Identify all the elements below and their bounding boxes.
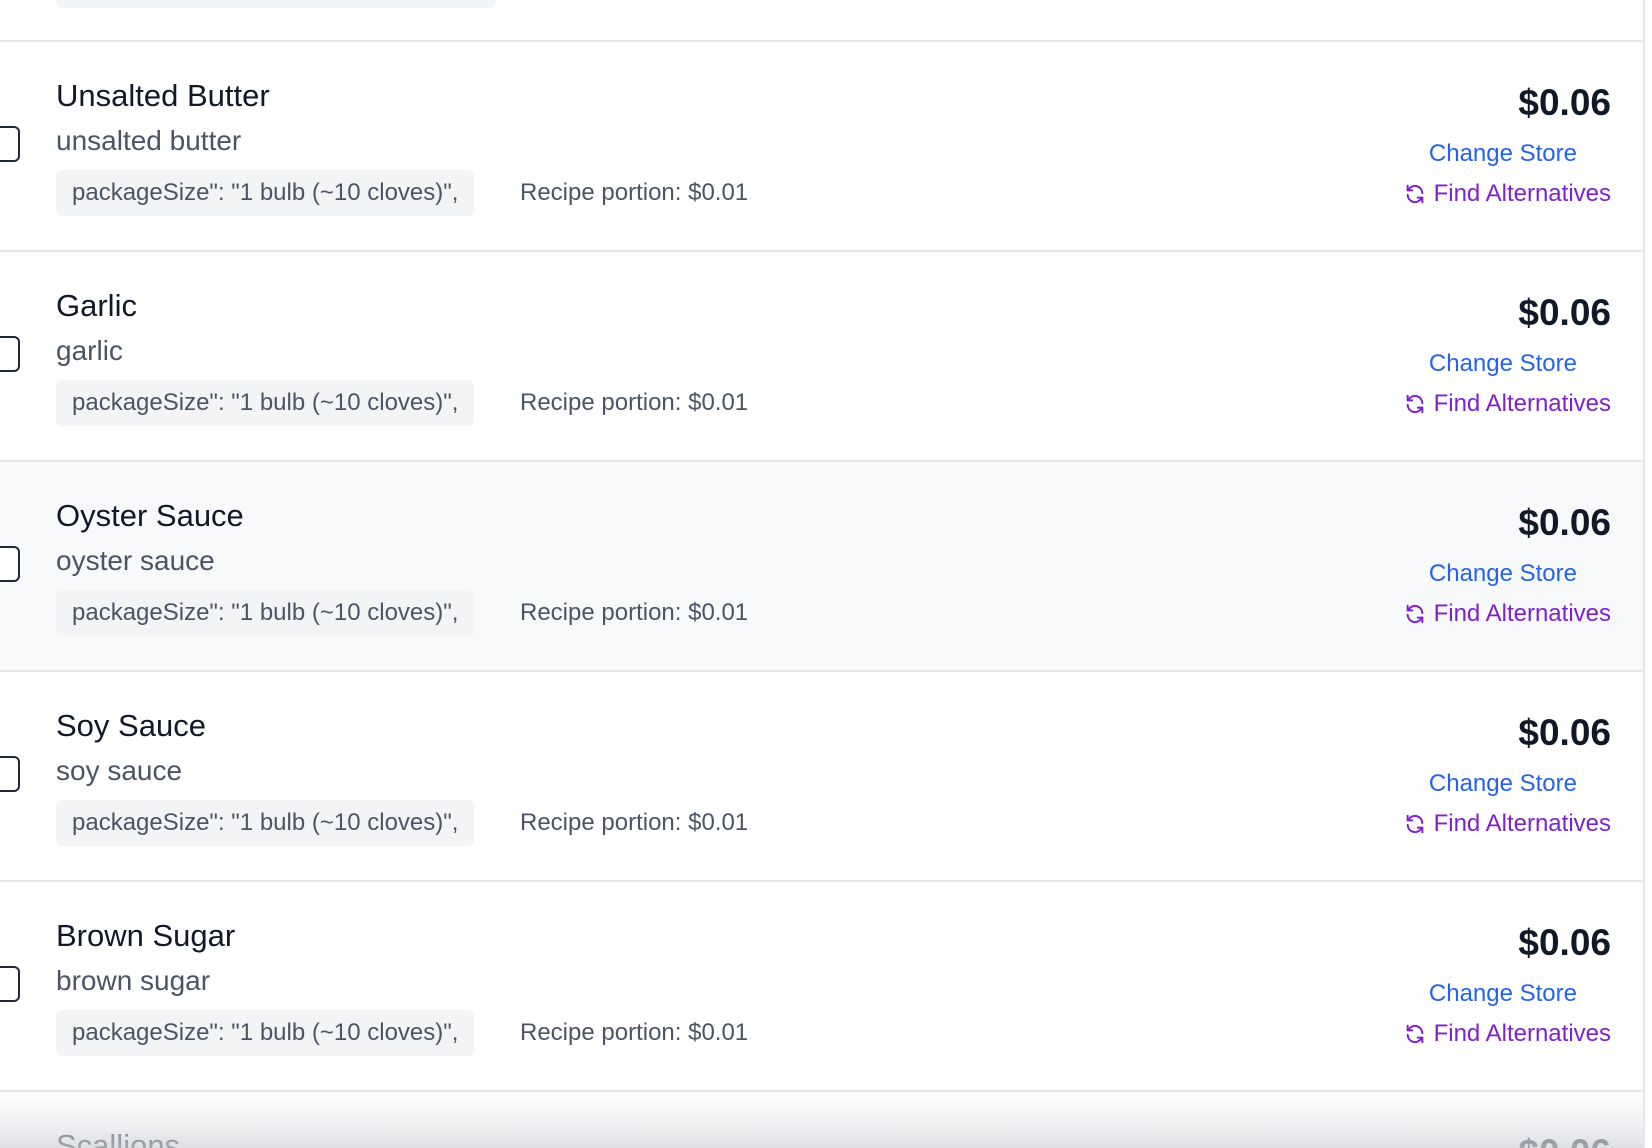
- change-store-link[interactable]: Change Store: [1429, 770, 1577, 798]
- find-alternatives-button[interactable]: Find Alternatives: [1404, 600, 1611, 628]
- ingredient-name: Brown Sugar: [56, 918, 236, 953]
- ingredient-row: Brown Sugar brown sugar packageSize": "1…: [0, 882, 1643, 1092]
- item-price: $0.06: [1518, 712, 1611, 753]
- refresh-icon: [1404, 393, 1426, 415]
- item-checkbox[interactable]: [0, 546, 20, 582]
- find-alternatives-label: Find Alternatives: [1433, 180, 1611, 207]
- item-price: $0.06: [1518, 292, 1611, 333]
- item-checkbox[interactable]: [0, 966, 20, 1002]
- find-alternatives-label: Find Alternatives: [1433, 1020, 1611, 1047]
- ingredient-list: Unsalted Butter unsalted butter packageS…: [0, 42, 1643, 1148]
- ingredient-list-viewport: Unsalted Butter unsalted butter packageS…: [0, 0, 1643, 1148]
- find-alternatives-label: Find Alternatives: [1433, 810, 1611, 837]
- ingredient-name: Soy Sauce: [56, 708, 206, 743]
- recipe-portion: Recipe portion: $0.01: [520, 179, 749, 206]
- recipe-portion: Recipe portion: $0.01: [520, 599, 749, 626]
- ingredient-subname: garlic: [56, 335, 123, 366]
- ingredient-row: Unsalted Butter unsalted butter packageS…: [0, 42, 1643, 252]
- refresh-icon: [1404, 603, 1426, 625]
- ingredient-subname: unsalted butter: [56, 125, 242, 156]
- find-alternatives-button[interactable]: Find Alternatives: [1404, 810, 1611, 838]
- scrollbar[interactable]: [1643, 0, 1652, 1148]
- change-store-link[interactable]: Change Store: [1429, 980, 1577, 1008]
- recipe-portion: Recipe portion: $0.01: [520, 809, 749, 836]
- item-price: $0.06: [1518, 502, 1611, 543]
- refresh-icon: [1404, 813, 1426, 835]
- find-alternatives-label: Find Alternatives: [1433, 390, 1611, 417]
- recipe-portion: Recipe portion: $0.01: [520, 389, 749, 416]
- ingredient-row: Oyster Sauce oyster sauce packageSize": …: [0, 462, 1643, 672]
- find-alternatives-label: Find Alternatives: [1433, 600, 1611, 627]
- item-price: $0.06: [1518, 82, 1611, 123]
- find-alternatives-button[interactable]: Find Alternatives: [1404, 390, 1611, 418]
- ingredient-name: Oyster Sauce: [56, 498, 244, 533]
- ingredient-subname: brown sugar: [56, 965, 211, 996]
- package-size-tag: packageSize": "1 bulb (~10 cloves)",: [56, 590, 475, 636]
- package-size-tag: packageSize": "1 bulb (~10 cloves)",: [56, 1010, 475, 1056]
- change-store-link[interactable]: Change Store: [1429, 560, 1577, 588]
- package-size-tag: packageSize": "1 bulb (~10 cloves)",: [56, 380, 475, 426]
- recipe-portion: Recipe portion: $0.01: [520, 1019, 749, 1046]
- ingredient-name: Scallions: [56, 1128, 181, 1148]
- refresh-icon: [1404, 183, 1426, 205]
- item-price: $0.06: [1518, 922, 1611, 963]
- ingredient-subname: oyster sauce: [56, 545, 215, 576]
- change-store-link[interactable]: Change Store: [1429, 350, 1577, 378]
- ingredient-row: Scallions $0.06: [0, 1092, 1643, 1148]
- item-checkbox[interactable]: [0, 336, 20, 372]
- package-size-tag: packageSize": "1 bulb (~10 cloves)",: [56, 800, 475, 846]
- item-price: $0.06: [1518, 1132, 1611, 1148]
- package-size-tag: [56, 0, 496, 8]
- ingredient-name: Garlic: [56, 288, 137, 323]
- ingredient-subname: soy sauce: [56, 755, 183, 786]
- item-checkbox[interactable]: [0, 756, 20, 792]
- ingredient-row: Garlic garlic packageSize": "1 bulb (~10…: [0, 252, 1643, 462]
- item-checkbox[interactable]: [0, 126, 20, 162]
- refresh-icon: [1404, 1023, 1426, 1045]
- ingredient-row: Soy Sauce soy sauce packageSize": "1 bul…: [0, 672, 1643, 882]
- package-size-tag: packageSize": "1 bulb (~10 cloves)",: [56, 170, 475, 216]
- ingredient-name: Unsalted Butter: [56, 78, 270, 113]
- change-store-link[interactable]: Change Store: [1429, 140, 1577, 168]
- find-alternatives-button[interactable]: Find Alternatives: [1404, 1020, 1611, 1048]
- find-alternatives-button[interactable]: Find Alternatives: [1404, 180, 1611, 208]
